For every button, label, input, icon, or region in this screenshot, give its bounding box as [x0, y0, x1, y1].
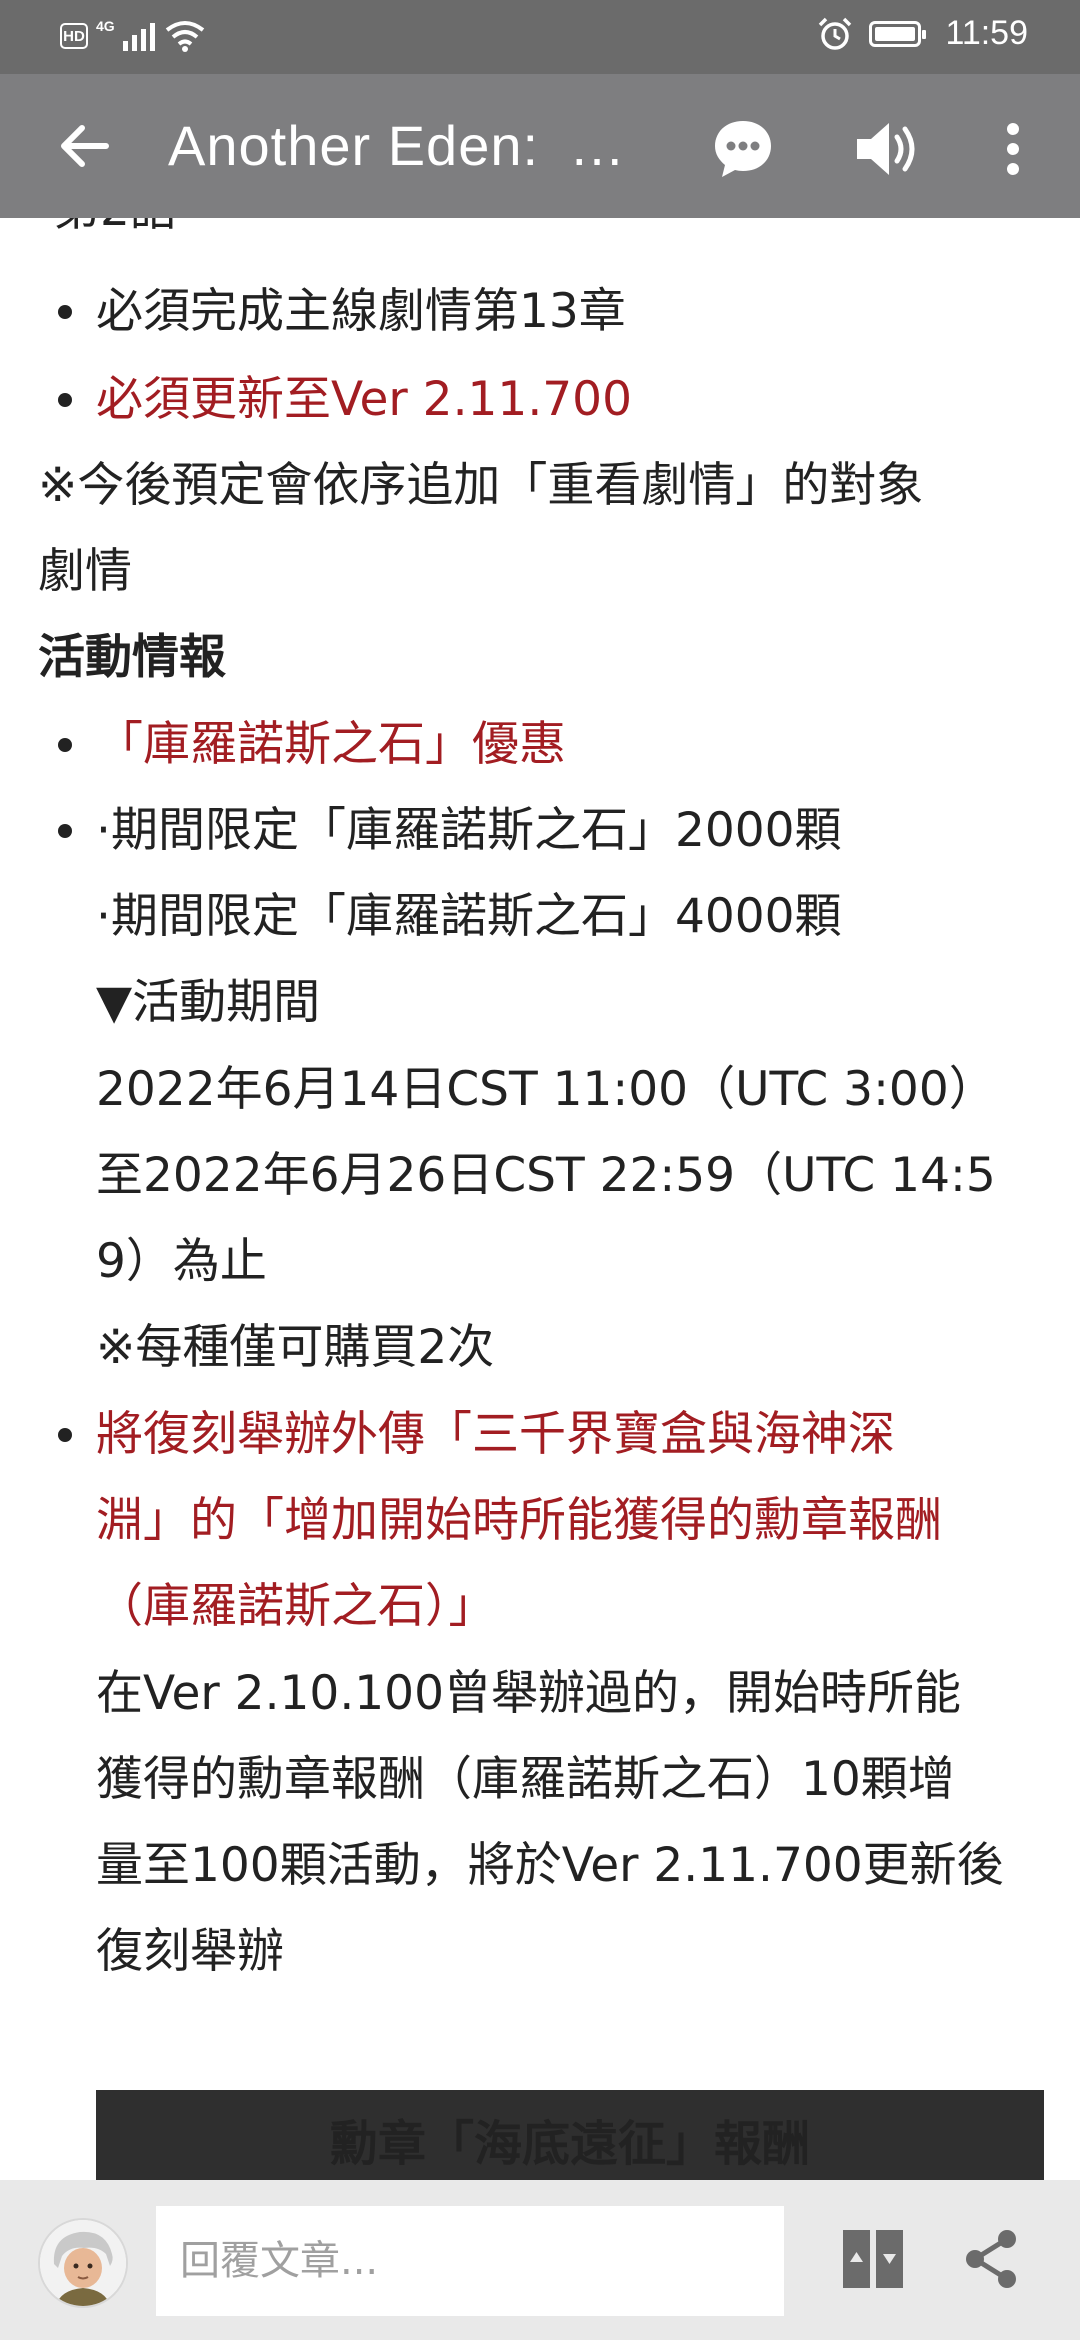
note-text: 劇情	[38, 544, 132, 599]
event-period-label: ▼活動期間	[96, 975, 321, 1030]
share-icon	[966, 2230, 1016, 2288]
clock: 11:59	[945, 14, 1028, 52]
status-bar: HD 4G 11:59	[0, 0, 1080, 74]
avatar-image	[40, 2220, 126, 2306]
sort-toggle-button[interactable]	[838, 2224, 908, 2294]
chat-icon	[715, 121, 771, 177]
more-menu-button[interactable]	[978, 114, 1048, 184]
event-title: 淵」的「增加開始時所能獲得的勳章報酬	[96, 1493, 942, 1548]
reply-input[interactable]	[156, 2206, 784, 2316]
event-period: 2022年6月14日CST 11:00（UTC 3:00）	[96, 1062, 996, 1117]
more-vert-icon	[1007, 123, 1019, 175]
sort-toggle-icon	[843, 2230, 903, 2288]
wifi-icon	[165, 21, 204, 52]
back-arrow-icon	[61, 125, 109, 167]
battery-icon	[869, 20, 927, 47]
event-period: 至2022年6月26日CST 22:59（UTC 14:5	[96, 1148, 996, 1203]
hd-icon: HD	[60, 23, 88, 49]
bullet-dot	[58, 824, 72, 838]
alarm-icon	[819, 17, 852, 50]
partial-line: ·第2話	[38, 218, 177, 240]
back-button[interactable]	[50, 112, 118, 180]
event-title: （庫羅諾斯之石）」	[96, 1579, 496, 1634]
event-description: 在Ver 2.10.100曾舉辦過的，開始時所能	[96, 1666, 961, 1721]
event-item: ·期間限定「庫羅諾斯之石」2000顆	[96, 803, 842, 858]
network-type-label: 4G	[96, 18, 115, 34]
bullet-dot	[58, 1428, 72, 1442]
table-header: 勳章「海底遠征」報酬	[96, 2090, 1044, 2180]
bottom-bar	[0, 2180, 1080, 2340]
event-description: 獲得的勳章報酬（庫羅諾斯之石）10顆增	[96, 1752, 955, 1807]
page-title-text: Another Eden:	[168, 114, 540, 177]
avatar[interactable]	[38, 2218, 128, 2308]
requirement-item-highlight: 必須更新至Ver 2.11.700	[96, 372, 632, 427]
event-description: 量至100顆活動，將於Ver 2.11.700更新後	[96, 1838, 1004, 1893]
article-content: ·第2話 必須完成主線劇情第13章 必須更新至Ver 2.11.700 ※今後預…	[0, 218, 1080, 2180]
bullet-dot	[58, 393, 72, 407]
speaker-button[interactable]	[852, 114, 922, 184]
event-item: ·期間限定「庫羅諾斯之石」4000顆	[96, 889, 842, 944]
bullet-dot	[58, 738, 72, 752]
requirement-item: 必須完成主線劇情第13章	[96, 284, 626, 339]
note-text: ※今後預定會依序追加「重看劇情」的對象	[38, 458, 924, 513]
share-button[interactable]	[956, 2224, 1026, 2294]
chat-button[interactable]	[708, 114, 778, 184]
speaker-icon	[857, 123, 915, 175]
page-title: Another Eden: …	[168, 114, 668, 178]
signal-icon	[122, 23, 155, 51]
event-limit-note: ※每種僅可購買2次	[96, 1320, 495, 1375]
event-period: 9）為止	[96, 1234, 267, 1289]
bullet-dot	[58, 305, 72, 319]
section-heading: 活動情報	[38, 630, 226, 685]
status-right: 11:59	[817, 14, 1028, 53]
event-title: 將復刻舉辦外傳「三千界寶盒與海神深	[96, 1407, 895, 1462]
title-ellipsis: …	[569, 114, 627, 177]
status-left: HD 4G	[60, 18, 205, 52]
event-title: 「庫羅諾斯之石」優惠	[96, 717, 566, 772]
app-bar: Another Eden: …	[0, 74, 1080, 218]
event-description: 復刻舉辦	[96, 1924, 284, 1979]
